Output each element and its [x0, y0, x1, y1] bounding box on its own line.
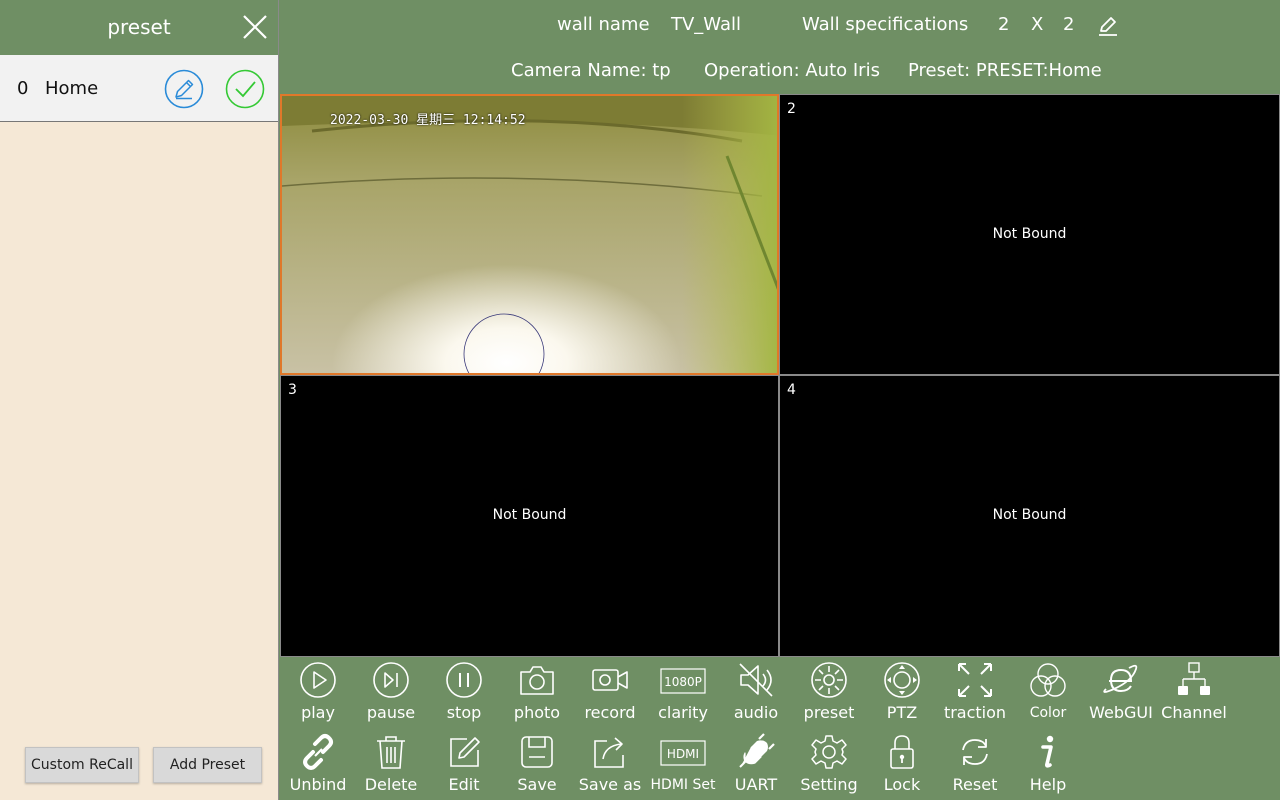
- color-icon: [1029, 661, 1067, 699]
- photo-button[interactable]: photo: [500, 657, 574, 727]
- close-icon[interactable]: [242, 14, 268, 40]
- stop-button[interactable]: stop: [427, 657, 501, 727]
- video-cell-3[interactable]: 3 Not Bound: [280, 375, 779, 657]
- ptz-button[interactable]: PTZ: [865, 657, 939, 727]
- preset-list-item[interactable]: 0 Home: [0, 55, 278, 122]
- cell-number: 2: [787, 101, 796, 117]
- camera-name: Camera Name: tp: [511, 60, 671, 81]
- operation-status: Operation: Auto Iris: [704, 60, 880, 81]
- wall-name-label: wall name: [557, 14, 650, 35]
- add-preset-button[interactable]: Add Preset: [153, 747, 262, 783]
- save-icon: [518, 733, 556, 771]
- wall-header: wall name TV_Wall Wall specifications 2 …: [280, 0, 1280, 94]
- preset-index: 0: [17, 78, 29, 99]
- cell-status: Not Bound: [492, 507, 567, 523]
- video-record-icon: [591, 661, 629, 699]
- help-button[interactable]: Help: [1011, 729, 1085, 799]
- cell-status: Not Bound: [992, 225, 1067, 242]
- refresh-icon: [956, 733, 994, 771]
- lock-icon: [883, 733, 921, 771]
- preset-status: Preset: PRESET:Home: [908, 60, 1102, 81]
- audio-mute-icon: [737, 661, 775, 699]
- channel-button[interactable]: Channel: [1157, 657, 1231, 727]
- help-label: Help: [1029, 775, 1067, 794]
- pause-button[interactable]: pause: [354, 657, 428, 727]
- cell-number: 4: [787, 382, 796, 398]
- preset-panel: preset 0 Home Custom ReCall Add Preset: [0, 0, 279, 800]
- confirm-preset-button[interactable]: [225, 69, 265, 109]
- wall-spec-label: Wall specifications: [802, 14, 969, 35]
- preset-name: Home: [45, 78, 99, 99]
- play-button[interactable]: play: [281, 657, 355, 727]
- wall-name-value: TV_Wall: [671, 14, 741, 35]
- unbind-button[interactable]: Unbind: [281, 729, 355, 799]
- link-icon: [299, 733, 337, 771]
- pencil-icon: [164, 69, 204, 109]
- share-icon: [591, 733, 629, 771]
- video-cell-4[interactable]: 4 Not Bound: [779, 375, 1280, 657]
- audio-button[interactable]: audio: [719, 657, 793, 727]
- cell-number: 3: [288, 382, 297, 398]
- cell-status: Not Bound: [992, 507, 1067, 523]
- svg-text:HDMI: HDMI: [667, 747, 699, 761]
- clarity-button[interactable]: 1080P clarity: [646, 657, 720, 727]
- wall-cols: 2: [1063, 14, 1075, 35]
- channel-tree-icon: [1175, 661, 1213, 699]
- preset-button[interactable]: preset: [792, 657, 866, 727]
- pause-icon: [372, 661, 410, 699]
- webgui-button[interactable]: WebGUI: [1084, 657, 1158, 727]
- uart-button[interactable]: UART: [719, 729, 793, 799]
- video-cell-1[interactable]: 2022-03-30 星期三 12:14:52: [280, 94, 779, 375]
- svg-text:1080P: 1080P: [664, 675, 702, 689]
- plug-icon: [737, 733, 775, 771]
- reset-button[interactable]: Reset: [938, 729, 1012, 799]
- record-button[interactable]: record: [573, 657, 647, 727]
- custom-recall-button[interactable]: Custom ReCall: [25, 747, 139, 783]
- hdmi-set-button[interactable]: HDMI HDMI Set: [646, 729, 720, 799]
- save-button[interactable]: Save: [500, 729, 574, 799]
- info-icon: [1029, 733, 1067, 771]
- camera-timestamp: 2022-03-30 星期三 12:14:52: [330, 113, 526, 128]
- edit-icon: [445, 733, 483, 771]
- preset-panel-title: preset: [107, 15, 171, 39]
- delete-button[interactable]: Delete: [354, 729, 428, 799]
- trash-icon: [372, 733, 410, 771]
- camera-feed-image: [282, 96, 777, 373]
- setting-button[interactable]: Setting: [792, 729, 866, 799]
- wall-spec-x: X: [1031, 14, 1044, 35]
- ptz-icon: [883, 661, 921, 699]
- camera-icon: [518, 661, 556, 699]
- resolution-1080p-icon: 1080P: [659, 661, 707, 699]
- channel-label: Channel: [1161, 703, 1227, 722]
- traction-button[interactable]: traction: [938, 657, 1012, 727]
- lock-button[interactable]: Lock: [865, 729, 939, 799]
- hdmi-icon: HDMI: [659, 733, 707, 771]
- control-toolbar: play pause stop photo record 1080P clari…: [280, 657, 1280, 800]
- edit-button[interactable]: Edit: [427, 729, 501, 799]
- check-icon: [225, 69, 265, 109]
- play-icon: [299, 661, 337, 699]
- edit-wall-icon[interactable]: [1097, 15, 1119, 37]
- fullscreen-icon: [956, 661, 994, 699]
- preset-icon: [810, 661, 848, 699]
- color-button[interactable]: Color: [1011, 657, 1085, 727]
- preset-panel-header: preset: [0, 0, 278, 55]
- video-wall-grid: 2022-03-30 星期三 12:14:52 2 Not Bound 3 No…: [280, 94, 1280, 657]
- edit-preset-button[interactable]: [164, 69, 204, 109]
- video-cell-2[interactable]: 2 Not Bound: [779, 94, 1280, 375]
- save-as-button[interactable]: Save as: [573, 729, 647, 799]
- browser-icon: [1102, 661, 1140, 699]
- wall-rows: 2: [998, 14, 1010, 35]
- stop-icon: [445, 661, 483, 699]
- gear-icon: [810, 733, 848, 771]
